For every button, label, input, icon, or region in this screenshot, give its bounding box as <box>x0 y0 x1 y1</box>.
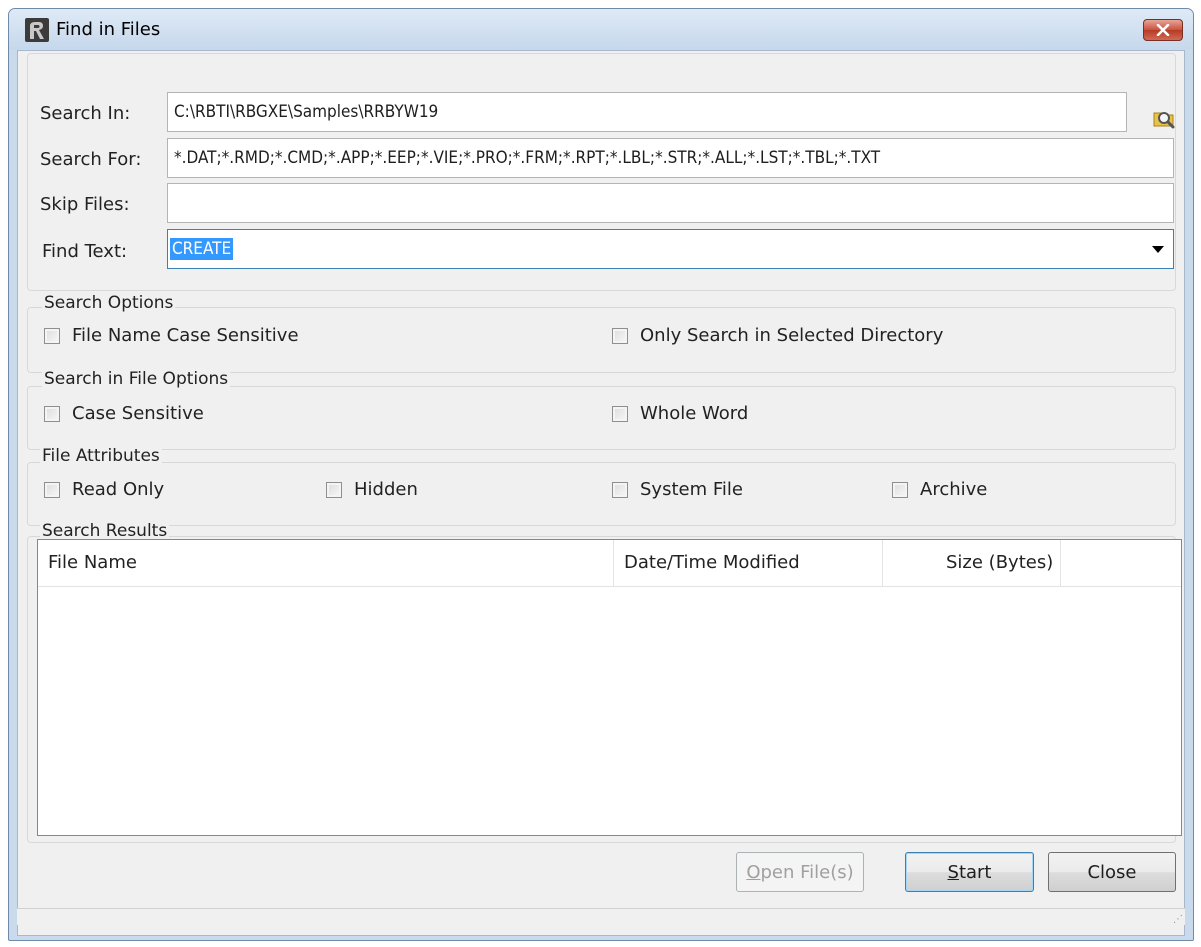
open-files-button[interactable]: Open File(s) <box>736 852 864 892</box>
resize-grip-icon[interactable]: ⋰ <box>1173 914 1183 925</box>
column-divider[interactable] <box>613 540 614 586</box>
system-file-label: System File <box>640 479 743 500</box>
checkbox-box[interactable] <box>44 327 60 344</box>
find-text-value: CREATE <box>170 238 234 260</box>
checkbox-box[interactable] <box>892 481 908 498</box>
file-name-case-sensitive-label: File Name Case Sensitive <box>72 325 299 346</box>
checkbox-box[interactable] <box>44 481 60 498</box>
start-label: tart <box>958 861 992 883</box>
column-file-name[interactable]: File Name <box>48 552 137 573</box>
skip-files-input[interactable] <box>167 183 1174 223</box>
close-button[interactable]: Close <box>1048 852 1176 892</box>
search-options-title: Search Options <box>42 293 176 313</box>
app-icon <box>25 18 49 42</box>
whole-word-checkbox[interactable]: Whole Word <box>612 403 748 424</box>
checkbox-box[interactable] <box>612 481 628 498</box>
column-divider[interactable] <box>882 540 883 586</box>
column-size[interactable]: Size (Bytes) <box>946 552 1053 573</box>
file-attributes-group <box>27 462 1176 526</box>
only-selected-directory-checkbox[interactable]: Only Search in Selected Directory <box>612 325 943 346</box>
start-button[interactable]: Start <box>905 852 1034 892</box>
results-list[interactable]: File Name Date/Time Modified Size (Bytes… <box>37 539 1182 836</box>
column-date-modified[interactable]: Date/Time Modified <box>624 552 800 573</box>
system-file-checkbox[interactable]: System File <box>612 479 743 500</box>
checkbox-box[interactable] <box>612 327 628 344</box>
status-bar: ⋰ <box>17 908 1185 925</box>
open-files-label: pen File(s) <box>760 861 854 883</box>
file-name-case-sensitive-checkbox[interactable]: File Name Case Sensitive <box>44 325 299 346</box>
checkbox-box[interactable] <box>44 405 60 422</box>
browse-folder-icon[interactable] <box>1151 105 1177 131</box>
chevron-down-icon[interactable] <box>1152 246 1164 253</box>
case-sensitive-label: Case Sensitive <box>72 403 204 424</box>
window-close-button[interactable] <box>1143 19 1183 41</box>
archive-checkbox[interactable]: Archive <box>892 479 987 500</box>
file-attributes-title: File Attributes <box>40 446 162 466</box>
find-text-label: Find Text: <box>42 241 128 262</box>
read-only-checkbox[interactable]: Read Only <box>44 479 164 500</box>
close-icon <box>1156 24 1170 36</box>
archive-label: Archive <box>920 479 988 500</box>
case-sensitive-checkbox[interactable]: Case Sensitive <box>44 403 204 424</box>
find-text-combobox[interactable]: CREATE <box>167 229 1174 269</box>
open-files-mnemonic: O <box>746 861 761 883</box>
results-header: File Name Date/Time Modified Size (Bytes… <box>38 540 1181 587</box>
hidden-label: Hidden <box>354 479 418 500</box>
start-mnemonic: S <box>947 861 959 883</box>
search-for-input[interactable]: *.DAT;*.RMD;*.CMD;*.APP;*.EEP;*.VIE;*.PR… <box>167 138 1174 178</box>
checkbox-box[interactable] <box>612 405 628 422</box>
search-in-input[interactable]: C:\RBTI\RBGXE\Samples\RRBYW19 <box>167 92 1127 132</box>
hidden-checkbox[interactable]: Hidden <box>326 479 418 500</box>
skip-files-label: Skip Files: <box>40 194 130 215</box>
only-selected-directory-label: Only Search in Selected Directory <box>640 325 944 346</box>
title-bar[interactable]: Find in Files <box>9 9 1193 49</box>
whole-word-label: Whole Word <box>640 403 749 424</box>
window-title: Find in Files <box>56 19 161 40</box>
search-results-title: Search Results <box>40 521 170 541</box>
read-only-label: Read Only <box>72 479 165 500</box>
search-in-label: Search In: <box>40 103 131 124</box>
find-in-files-dialog: Find in Files Search In: C:\RBTI\RBGXE\S… <box>8 8 1194 941</box>
column-divider[interactable] <box>1060 540 1061 586</box>
search-for-label: Search For: <box>40 149 142 170</box>
file-options-title: Search in File Options <box>42 369 231 389</box>
checkbox-box[interactable] <box>326 481 342 498</box>
